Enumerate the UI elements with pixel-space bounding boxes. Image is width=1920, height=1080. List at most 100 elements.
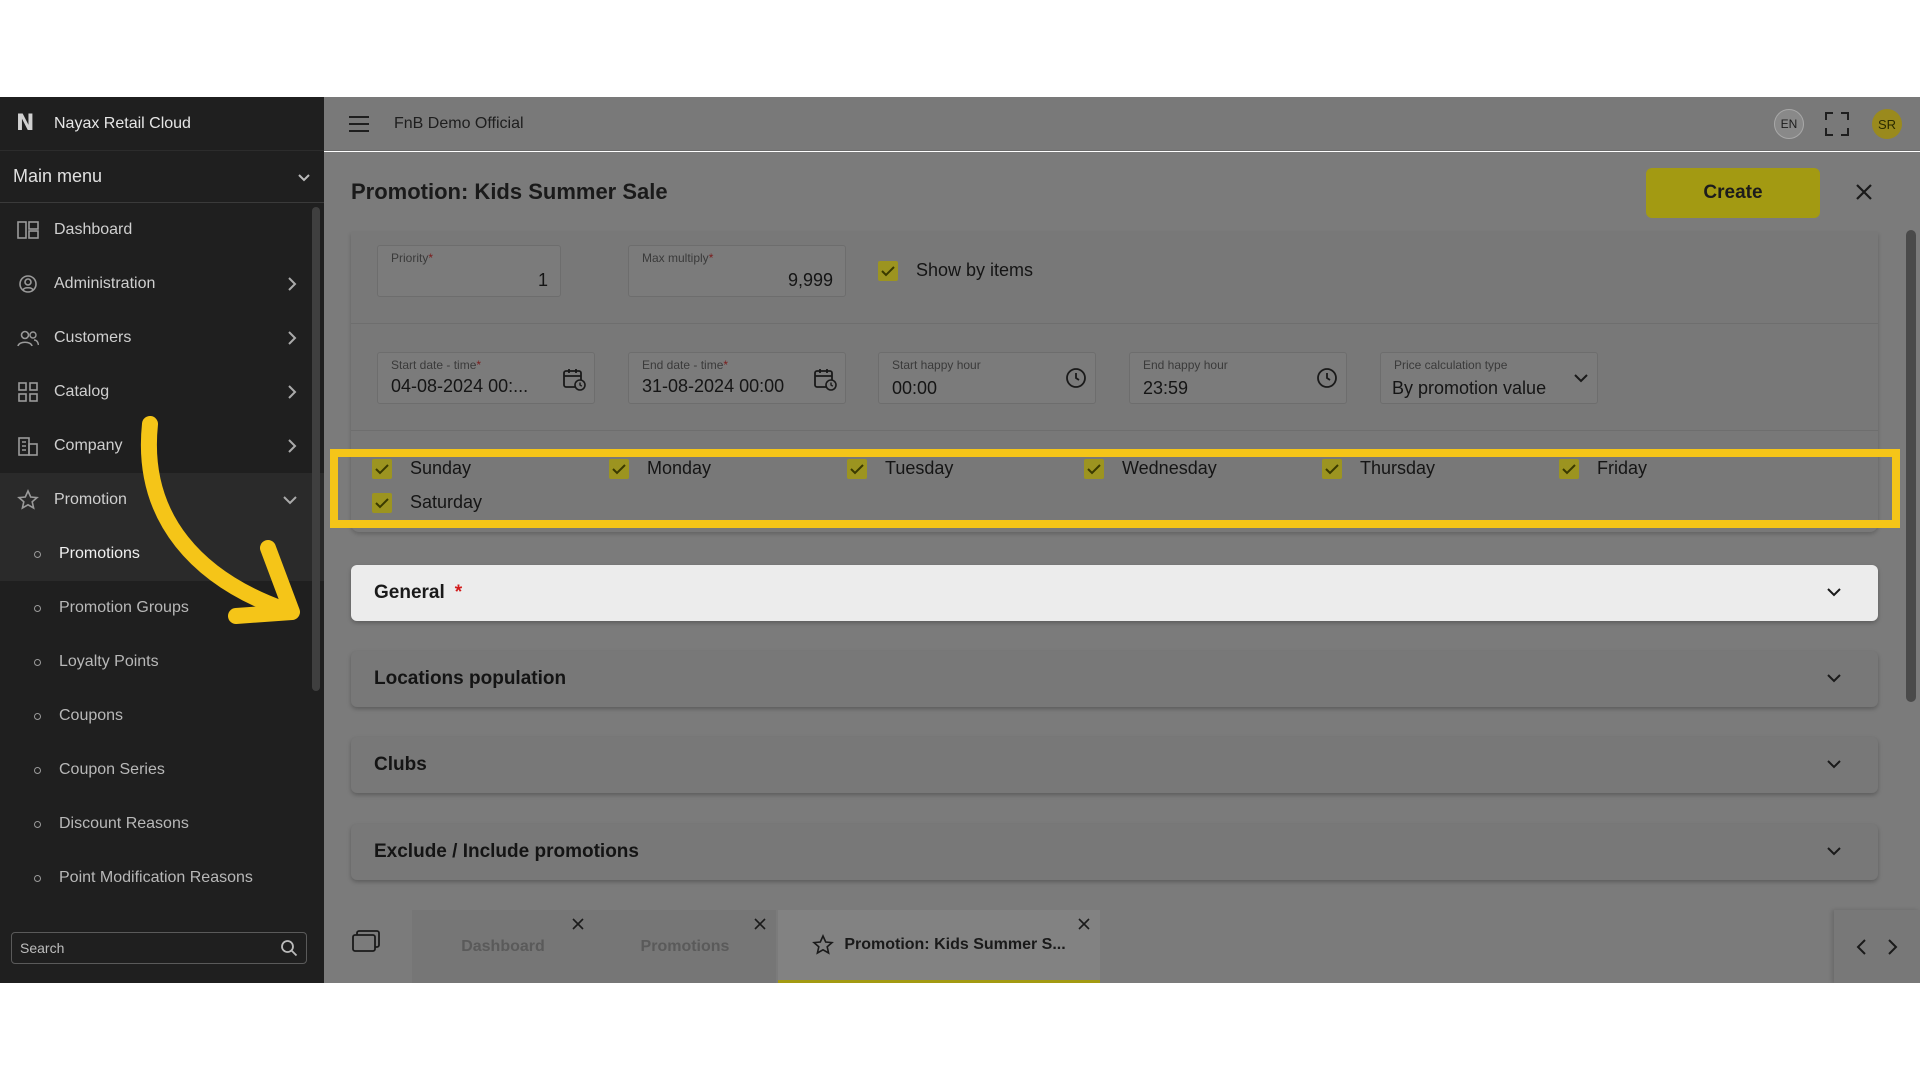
chevron-right-icon[interactable] [1886, 938, 1898, 956]
tab-navigation [1834, 910, 1920, 983]
top-bar-actions: EN SR [1774, 97, 1920, 151]
clock-icon[interactable] [1065, 367, 1087, 389]
bullet-icon [34, 550, 41, 558]
create-button[interactable]: Create [1646, 168, 1820, 218]
bottom-tab-bar: Dashboard Promotions Promotion: Kids Sum… [324, 902, 1920, 983]
page-header: Promotion: Kids Summer Sale Create [324, 152, 1920, 232]
start-happy-hour-value: 00:00 [892, 378, 938, 398]
chevron-down-icon [1827, 760, 1841, 769]
field-label: Start date - time* [391, 358, 482, 372]
chevron-down-icon [298, 173, 310, 181]
chevron-left-icon[interactable] [1856, 938, 1868, 956]
page-scrollbar[interactable] [1906, 230, 1916, 702]
bullet-icon [34, 658, 41, 666]
calendar-clock-icon[interactable] [562, 367, 586, 391]
section-title: Clubs [374, 754, 427, 775]
sidebar-subitem-discount-reasons[interactable]: Discount Reasons [0, 797, 324, 851]
user-avatar[interactable]: SR [1872, 109, 1902, 139]
show-by-items-checkbox[interactable]: Show by items [878, 260, 1033, 281]
divider [351, 430, 1878, 431]
section-title: Exclude / Include promotions [374, 841, 639, 862]
brand-title: Nayax Retail Cloud [54, 114, 191, 132]
start-happy-hour-field[interactable]: Start happy hour 00:00 [878, 352, 1096, 404]
tabs-overview-icon[interactable] [352, 930, 380, 952]
end-date-field[interactable]: End date - time* 31-08-2024 00:00 [628, 352, 846, 404]
sidebar-subitem-point-modification-reasons[interactable]: Point Modification Reasons [0, 851, 324, 905]
chevron-right-icon [288, 439, 297, 453]
sidebar-subitem-promotions[interactable]: Promotions [0, 527, 324, 581]
sidebar-subitem-coupon-series[interactable]: Coupon Series [0, 743, 324, 797]
bullet-icon [34, 604, 41, 612]
page-title: Promotion: Kids Summer Sale [351, 179, 668, 204]
grid-icon [16, 380, 40, 404]
sidebar-subitem-label: Coupons [59, 707, 124, 724]
sidebar-subitem-label: Promotions [59, 545, 140, 562]
field-label: Start happy hour [892, 358, 981, 372]
sidebar-search-input[interactable] [20, 940, 280, 956]
chevron-right-icon [288, 385, 297, 399]
bullet-icon [34, 712, 41, 720]
calendar-clock-icon[interactable] [813, 367, 837, 391]
sidebar-item-administration[interactable]: Administration [0, 257, 324, 311]
price-calculation-select[interactable]: Price calculation type By promotion valu… [1380, 352, 1598, 404]
section-general[interactable]: General * [351, 565, 1878, 621]
chevron-down-icon [1827, 674, 1841, 683]
sidebar-item-company[interactable]: Company [0, 419, 324, 473]
bullet-icon [34, 766, 41, 774]
bullet-icon [34, 874, 41, 882]
field-label: Max multiply* [642, 251, 714, 265]
start-date-value: 04-08-2024 00:... [391, 376, 529, 396]
search-icon[interactable] [280, 939, 298, 957]
start-date-field[interactable]: Start date - time* 04-08-2024 00:... [377, 352, 595, 404]
sidebar-item-label: Company [54, 437, 123, 454]
close-icon[interactable] [1854, 182, 1874, 202]
max-multiply-field[interactable]: Max multiply* 9,999 [628, 245, 846, 297]
tab-label: Promotions [640, 937, 730, 955]
tab-dashboard[interactable]: Dashboard [412, 910, 594, 983]
field-label: End date - time* [642, 358, 729, 372]
company-name: FnB Demo Official [394, 114, 524, 132]
sidebar-item-promotion[interactable]: Promotion [0, 473, 324, 527]
sidebar-scrollbar[interactable] [312, 207, 320, 691]
main-menu-toggle[interactable]: Main menu [0, 151, 324, 203]
sidebar-item-dashboard[interactable]: Dashboard [0, 203, 324, 257]
brand-header: N Nayax Retail Cloud [0, 97, 324, 151]
sidebar-item-catalog[interactable]: Catalog [0, 365, 324, 419]
sidebar-subitem-loyalty-points[interactable]: Loyalty Points [0, 635, 324, 689]
section-title: Locations population [374, 668, 567, 689]
language-selector[interactable]: EN [1774, 109, 1804, 139]
field-label: Price calculation type [1394, 358, 1508, 372]
section-clubs[interactable]: Clubs [351, 737, 1878, 793]
section-exclude-include-promotions[interactable]: Exclude / Include promotions [351, 824, 1878, 880]
required-marker: * [454, 582, 463, 603]
sidebar-subitem-label: Discount Reasons [59, 815, 189, 832]
sidebar-item-customers[interactable]: Customers [0, 311, 324, 365]
priority-field[interactable]: Priority* 1 [377, 245, 561, 297]
section-locations-population[interactable]: Locations population [351, 651, 1878, 707]
sidebar-subitem-label: Promotion Groups [59, 599, 189, 616]
chevron-right-icon [288, 331, 297, 345]
tab-promotions[interactable]: Promotions [594, 910, 776, 983]
clock-icon[interactable] [1316, 367, 1338, 389]
main-content: Promotion: Kids Summer Sale Create Prior… [324, 152, 1920, 983]
star-icon [812, 934, 835, 955]
hamburger-menu-icon[interactable] [348, 115, 370, 133]
tutorial-highlight-frame [330, 449, 1900, 528]
tab-promotion-kids-summer-sale[interactable]: Promotion: Kids Summer S... [778, 910, 1100, 983]
priority-value: 1 [537, 270, 548, 290]
fullscreen-icon[interactable] [1824, 111, 1850, 137]
sidebar-item-label: Administration [54, 275, 156, 292]
sidebar-subitem-label: Point Modification Reasons [59, 869, 253, 886]
sidebar-subitem-label: Loyalty Points [59, 653, 159, 670]
field-label: Priority* [391, 251, 434, 265]
end-happy-hour-field[interactable]: End happy hour 23:59 [1129, 352, 1347, 404]
close-tab-icon[interactable] [572, 918, 584, 930]
close-tab-icon[interactable] [1078, 918, 1090, 930]
close-tab-icon[interactable] [754, 918, 766, 930]
max-multiply-value: 9,999 [787, 270, 833, 290]
price-calculation-value: By promotion value [1392, 378, 1547, 398]
sidebar-subitem-promotion-groups[interactable]: Promotion Groups [0, 581, 324, 635]
tab-label: Promotion: Kids Summer S... [844, 936, 1066, 953]
sidebar-subitem-coupons[interactable]: Coupons [0, 689, 324, 743]
bullet-icon [34, 820, 41, 828]
